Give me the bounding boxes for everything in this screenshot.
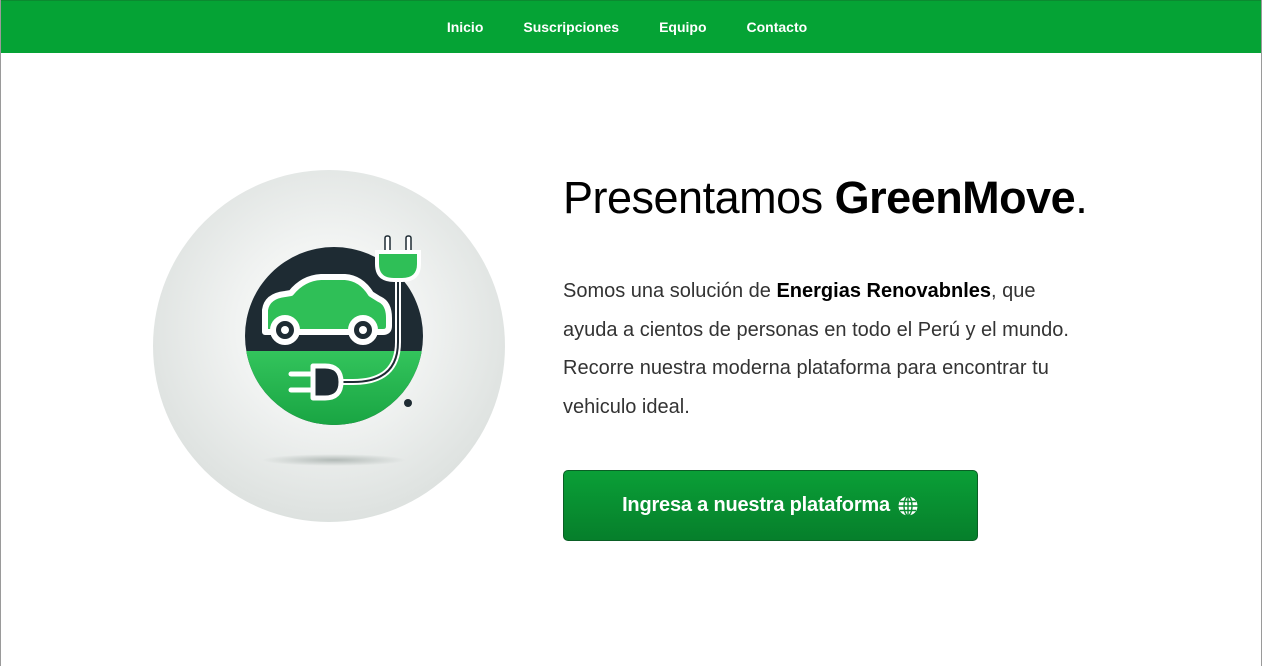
globe-icon [897,495,919,517]
description-part1: Somos una solución de [563,280,777,302]
nav-link-inicio[interactable]: Inicio [427,19,504,35]
hero-logo-image [153,170,505,522]
hero-title-brand: GreenMove [834,172,1076,223]
hero-title-prefix: Presentamos [563,172,835,223]
hero-description: Somos una solución de Energias Renovabnl… [563,272,1083,426]
nav-links: Inicio Suscripciones Equipo Contacto [427,19,827,35]
hero-title-suffix: . [1075,172,1088,223]
nav-link-suscripciones[interactable]: Suscripciones [503,19,639,35]
nav-link-equipo[interactable]: Equipo [639,19,726,35]
electric-car-plug-icon [245,235,423,466]
description-bold: Energias Renovabnles [776,280,991,302]
nav-link-contacto[interactable]: Contacto [727,19,828,35]
enter-platform-label: Ingresa a nuestra plataforma [622,494,890,516]
top-navbar: Inicio Suscripciones Equipo Contacto [1,0,1261,53]
hero-title: Presentamos GreenMove. [563,172,1088,224]
enter-platform-button[interactable]: Ingresa a nuestra plataforma [563,470,978,541]
